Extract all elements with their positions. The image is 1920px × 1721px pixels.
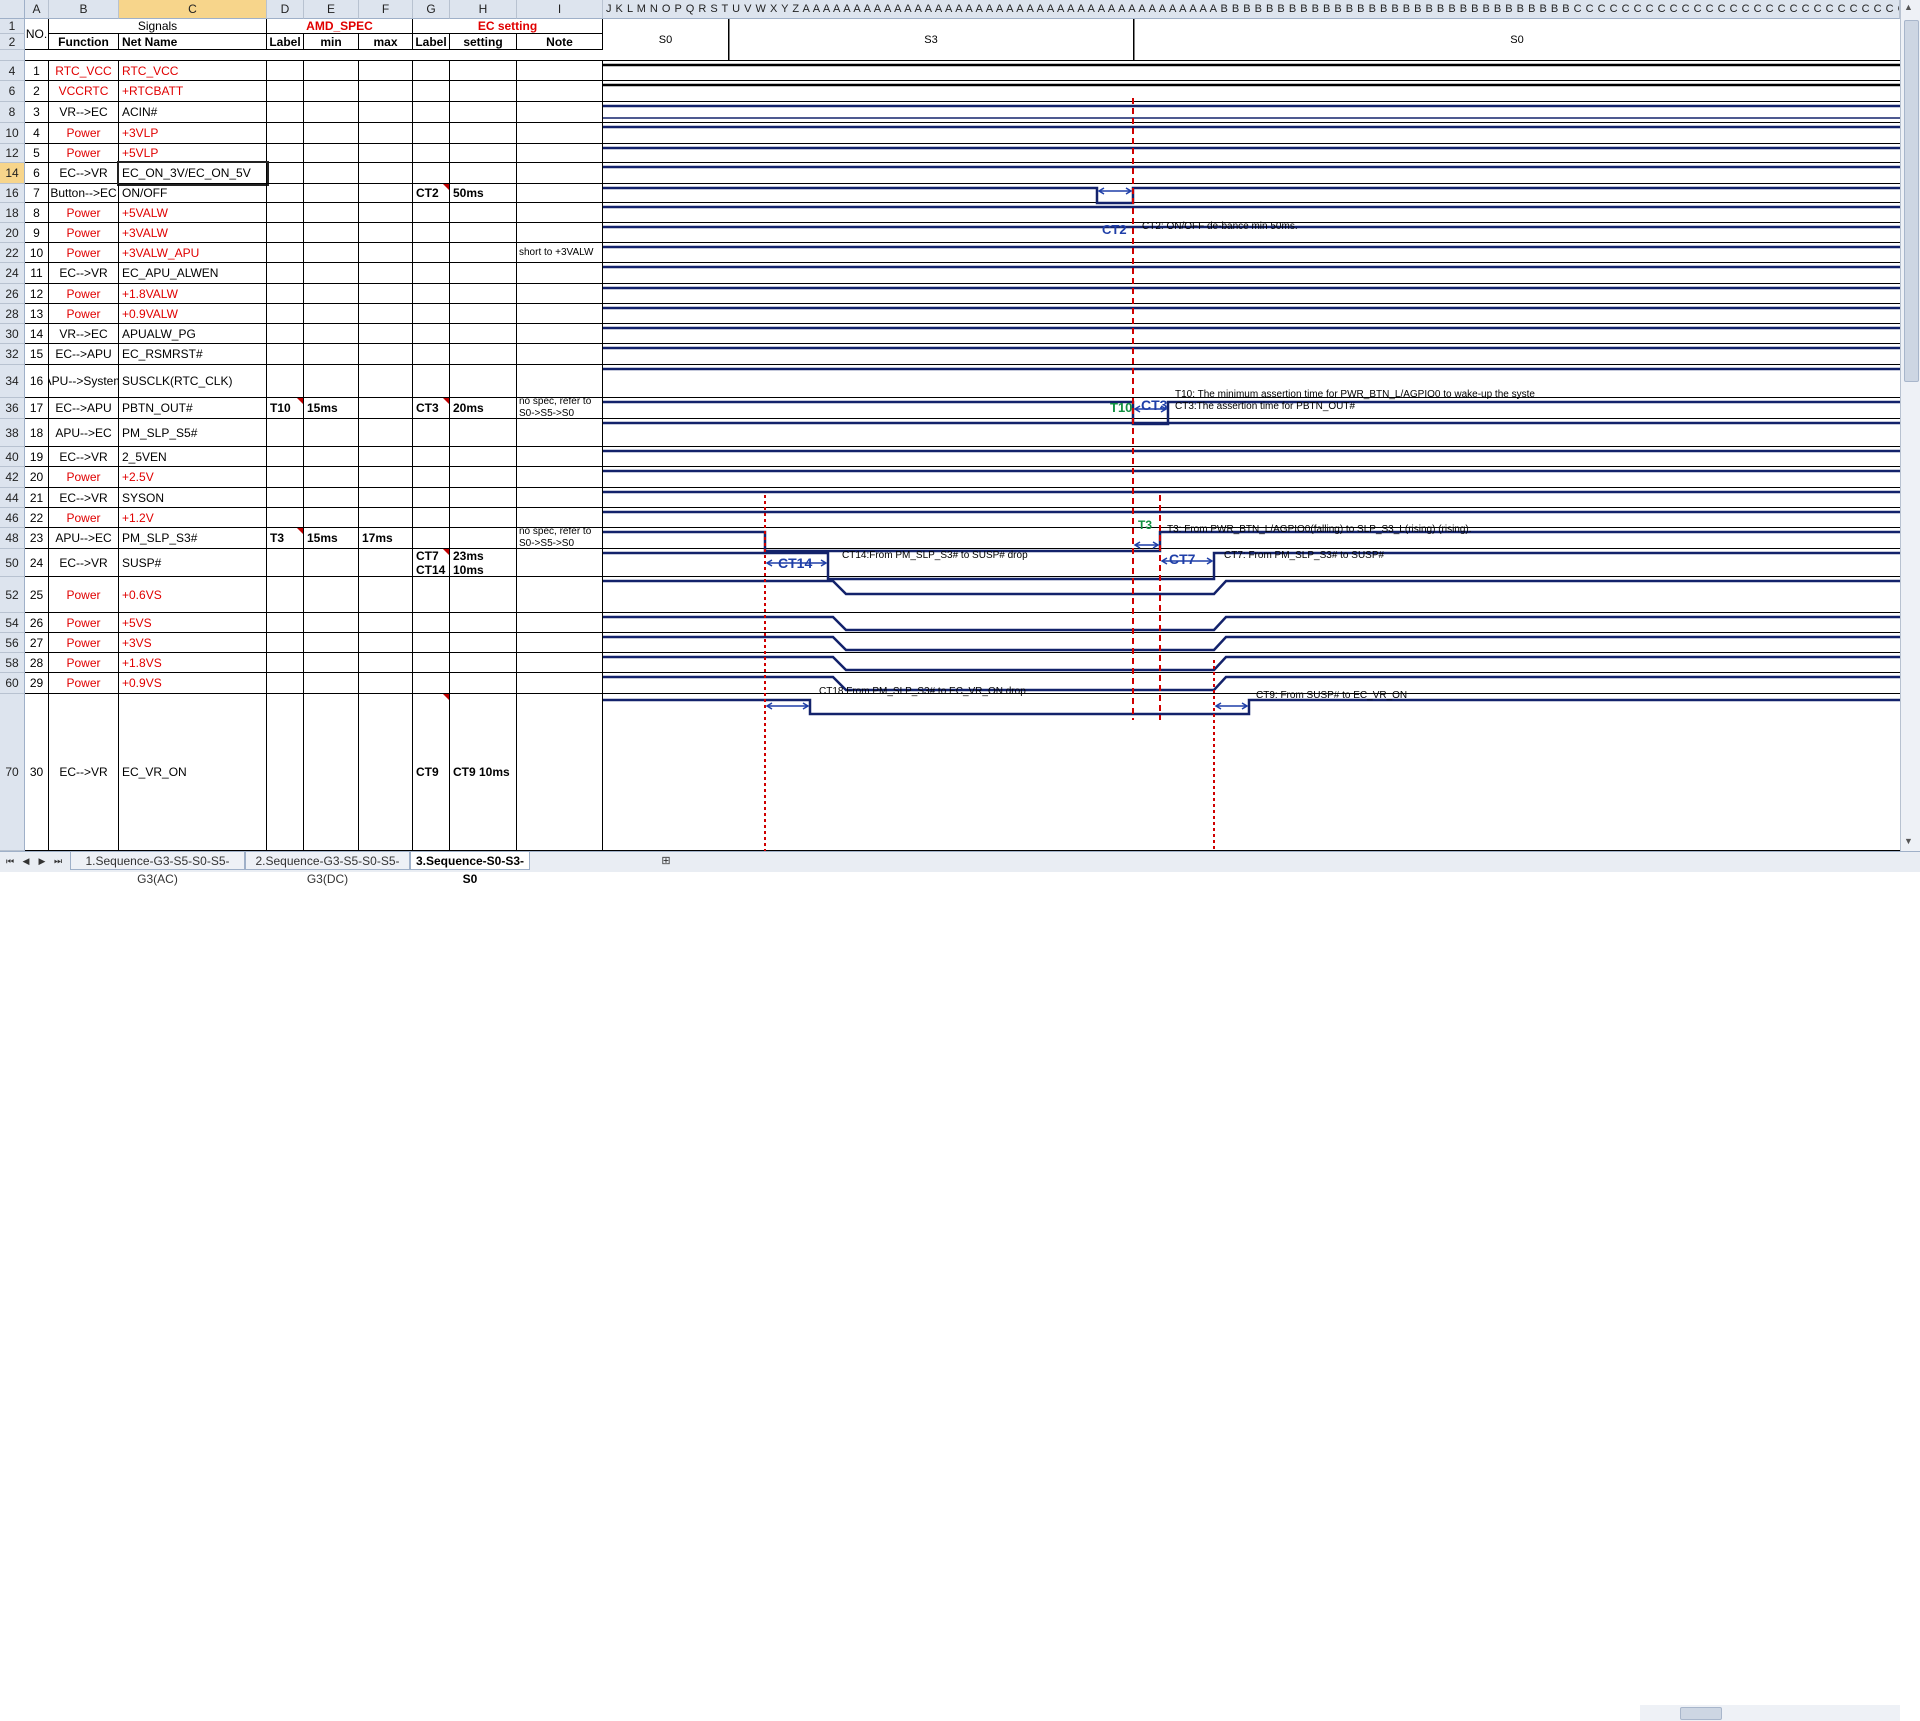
- waveform-rail-25: [603, 615, 1900, 632]
- sheet-tab[interactable]: 1.Sequence-G3-S5-S0-S5-G3(AC): [70, 852, 245, 886]
- hscroll-thumb[interactable]: [1680, 1707, 1722, 1720]
- timing-diagram: [603, 19, 1900, 851]
- annotation-ct18: CT18 From PM_SLP_S3# to EC_VR_ON drop: [819, 686, 1026, 697]
- annotation-t10: T10: The minimum assertion time for PWR_…: [1175, 389, 1535, 400]
- waveform-ec-vr-on: [603, 698, 1900, 716]
- annotation-ct9: CT9: From SUSP# to EC_VR_ON: [1256, 690, 1408, 701]
- insert-sheet-icon[interactable]: ⊞: [660, 855, 672, 867]
- spreadsheet-view: A B C D E F G H I J K L M N O P Q R S T …: [0, 0, 1920, 871]
- sheet-tab[interactable]: 3.Sequence-S0-S3-S0: [410, 852, 530, 886]
- first-sheet-icon[interactable]: ⏮: [4, 855, 16, 867]
- prev-sheet-icon[interactable]: ◀: [20, 855, 32, 867]
- annotation-ct3: CT3:The assertion time for PBTN_OUT#: [1175, 401, 1356, 412]
- annotation-ct7: CT7: From PM_SLP_S3# to SUSP#: [1224, 550, 1385, 561]
- horizontal-scrollbar[interactable]: [1640, 1705, 1900, 1721]
- label-t10: T10: [1110, 400, 1133, 415]
- waveform-rail-24: [603, 579, 1900, 596]
- scroll-thumb[interactable]: [1904, 20, 1919, 382]
- last-sheet-icon[interactable]: ⏭: [52, 855, 64, 867]
- annotation-ct2: CT2: ON/OFF de-bance min 50ms.: [1142, 221, 1298, 232]
- waveform-rail-27: [603, 655, 1900, 672]
- label-ct7: CT7: [1169, 551, 1196, 567]
- waveform-rail-28: [603, 675, 1900, 692]
- label-ct2: CT2: [1102, 222, 1127, 237]
- scroll-down-arrow[interactable]: ▼: [1904, 836, 1913, 846]
- next-sheet-icon[interactable]: ▶: [36, 855, 48, 867]
- annotation-ct14: CT14:From PM_SLP_S3# to SUSP# drop: [842, 550, 1028, 561]
- label-t3: T3: [1138, 518, 1153, 532]
- label-ct3: CT3: [1141, 397, 1168, 413]
- waveform-onoff: [603, 186, 1900, 205]
- sheet-tab-bar: ⏮ ◀ ▶ ⏭ 1.Sequence-G3-S5-S0-S5-G3(AC) 2.S…: [0, 851, 1920, 1721]
- vertical-scrollbar[interactable]: ▲ ▼: [1900, 0, 1920, 851]
- annotation-t3: T3: From PWR_BTN_L/AGPIO0(falling) to SL…: [1167, 524, 1472, 535]
- label-ct14: CT14: [778, 555, 813, 571]
- waveform-rail-26: [603, 635, 1900, 652]
- scroll-up-arrow[interactable]: ▲: [1904, 2, 1913, 12]
- sheet-tab[interactable]: 2.Sequence-G3-S5-S0-S5-G3(DC): [245, 852, 410, 886]
